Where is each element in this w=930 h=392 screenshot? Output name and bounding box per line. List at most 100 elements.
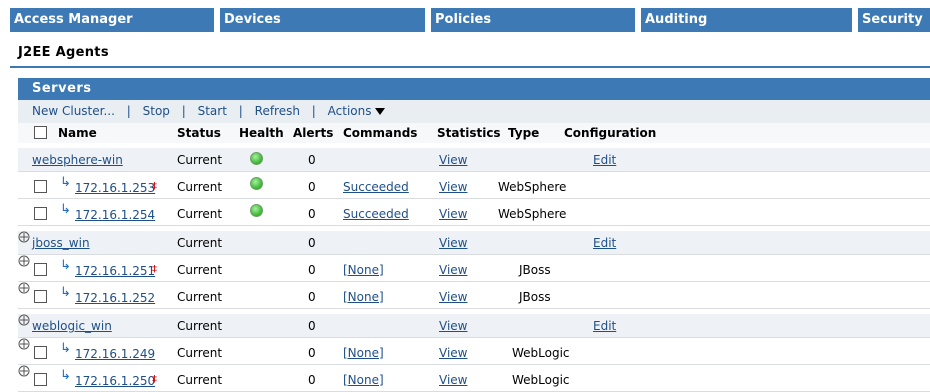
toolbar-separator: | <box>181 104 186 118</box>
command-status-link[interactable]: [None] <box>343 263 384 277</box>
dropdown-triangle-icon <box>374 108 385 115</box>
actions-menu[interactable]: Actions <box>328 104 385 118</box>
server-type: JBoss <box>519 290 551 304</box>
table-row: ↳ 172.16.1.252 Current 0 [None] View JBo… <box>18 282 930 309</box>
view-statistics-link[interactable]: View <box>439 373 467 387</box>
double-dagger-icon: ‡ <box>152 264 157 275</box>
child-arrow-icon: ↳ <box>60 285 71 300</box>
command-status-link[interactable]: Succeeded <box>343 180 409 194</box>
top-navigation: Access Manager Devices Policies Auditing… <box>0 0 930 32</box>
col-name[interactable]: Name <box>58 126 97 140</box>
green-status-icon[interactable] <box>250 177 263 190</box>
alerts-count: 0 <box>308 319 316 333</box>
double-dagger-icon: ‡ <box>152 374 157 385</box>
server-link[interactable]: 172.16.1.254 <box>75 208 155 222</box>
cluster-name-link[interactable]: weblogic_win <box>32 319 112 333</box>
status-text: Current <box>177 263 223 277</box>
server-type: WebSphere <box>498 207 567 221</box>
col-configuration[interactable]: Configuration <box>564 126 656 140</box>
row-checkbox[interactable] <box>34 180 47 193</box>
start-button[interactable]: Start <box>198 104 227 118</box>
page-title: J2EE Agents <box>18 45 109 60</box>
green-status-icon[interactable] <box>250 204 263 217</box>
col-health[interactable]: Health <box>239 126 284 140</box>
toolbar-separator: | <box>311 104 316 118</box>
status-text: Current <box>177 153 223 167</box>
child-arrow-icon: ↳ <box>60 202 71 217</box>
status-text: Current <box>177 207 223 221</box>
row-checkbox[interactable] <box>34 263 47 276</box>
alerts-count: 0 <box>308 236 316 250</box>
unknown-status-icon[interactable] <box>18 314 30 326</box>
server-type: WebLogic <box>512 373 570 387</box>
status-text: Current <box>177 180 223 194</box>
edit-configuration-link[interactable]: Edit <box>593 236 616 250</box>
view-statistics-link[interactable]: View <box>439 346 467 360</box>
alerts-count: 0 <box>308 207 316 221</box>
server-link[interactable]: 172.16.1.249 <box>75 347 155 361</box>
tab-policies[interactable]: Policies <box>431 8 635 32</box>
col-alerts[interactable]: Alerts <box>293 126 333 140</box>
view-statistics-link[interactable]: View <box>439 319 467 333</box>
view-statistics-link[interactable]: View <box>439 290 467 304</box>
edit-configuration-link[interactable]: Edit <box>593 319 616 333</box>
row-checkbox[interactable] <box>34 346 47 359</box>
col-status[interactable]: Status <box>177 126 221 140</box>
status-text: Current <box>177 346 223 360</box>
status-text: Current <box>177 290 223 304</box>
col-type[interactable]: Type <box>508 126 539 140</box>
select-all-checkbox[interactable] <box>34 126 47 139</box>
alerts-count: 0 <box>308 373 316 387</box>
col-commands[interactable]: Commands <box>343 126 417 140</box>
actions-label: Actions <box>327 104 372 118</box>
alerts-count: 0 <box>308 346 316 360</box>
command-status-link[interactable]: [None] <box>343 290 384 304</box>
new-cluster-button[interactable]: New Cluster... <box>32 104 115 118</box>
edit-configuration-link[interactable]: Edit <box>593 153 616 167</box>
table-row: websphere-win Current 0 View Edit <box>18 148 930 172</box>
server-link[interactable]: 172.16.1.250 <box>75 374 155 388</box>
table-row: weblogic_win Current 0 View Edit <box>18 314 930 338</box>
tab-devices[interactable]: Devices <box>220 8 425 32</box>
server-link[interactable]: 172.16.1.252 <box>75 291 155 305</box>
title-divider <box>10 66 930 68</box>
table-row: ↳ 172.16.1.249 Current 0 [None] View Web… <box>18 338 930 365</box>
alerts-count: 0 <box>308 290 316 304</box>
unknown-status-icon[interactable] <box>18 282 30 294</box>
tab-access-manager[interactable]: Access Manager <box>10 8 214 32</box>
child-arrow-icon: ↳ <box>60 258 71 273</box>
server-link[interactable]: 172.16.1.251 <box>75 264 155 278</box>
command-status-link[interactable]: [None] <box>343 373 384 387</box>
command-status-link[interactable]: [None] <box>343 346 384 360</box>
view-statistics-link[interactable]: View <box>439 236 467 250</box>
table-row: jboss_win Current 0 View Edit <box>18 231 930 255</box>
command-status-link[interactable]: Succeeded <box>343 207 409 221</box>
unknown-status-icon[interactable] <box>18 338 30 350</box>
view-statistics-link[interactable]: View <box>439 207 467 221</box>
view-statistics-link[interactable]: View <box>439 180 467 194</box>
child-arrow-icon: ↳ <box>60 368 71 383</box>
alerts-count: 0 <box>308 180 316 194</box>
row-checkbox[interactable] <box>34 207 47 220</box>
servers-panel-title: Servers <box>18 78 930 100</box>
view-statistics-link[interactable]: View <box>439 263 467 277</box>
toolbar-separator: | <box>126 104 131 118</box>
row-checkbox[interactable] <box>34 290 47 303</box>
cluster-name-link[interactable]: websphere-win <box>32 153 123 167</box>
table-row: ↳ 172.16.1.250 ‡ Current 0 [None] View W… <box>18 365 930 392</box>
view-statistics-link[interactable]: View <box>439 153 467 167</box>
cluster-name-link[interactable]: jboss_win <box>32 236 90 250</box>
stop-button[interactable]: Stop <box>143 104 170 118</box>
tab-auditing[interactable]: Auditing <box>641 8 852 32</box>
col-statistics[interactable]: Statistics <box>437 126 501 140</box>
refresh-button[interactable]: Refresh <box>255 104 300 118</box>
status-text: Current <box>177 236 223 250</box>
server-link[interactable]: 172.16.1.253 <box>75 181 155 195</box>
green-status-icon[interactable] <box>250 152 263 165</box>
unknown-status-icon[interactable] <box>18 231 30 243</box>
alerts-count: 0 <box>308 263 316 277</box>
unknown-status-icon[interactable] <box>18 255 30 267</box>
row-checkbox[interactable] <box>34 373 47 386</box>
tab-security[interactable]: Security <box>858 8 930 32</box>
unknown-status-icon[interactable] <box>18 365 30 377</box>
